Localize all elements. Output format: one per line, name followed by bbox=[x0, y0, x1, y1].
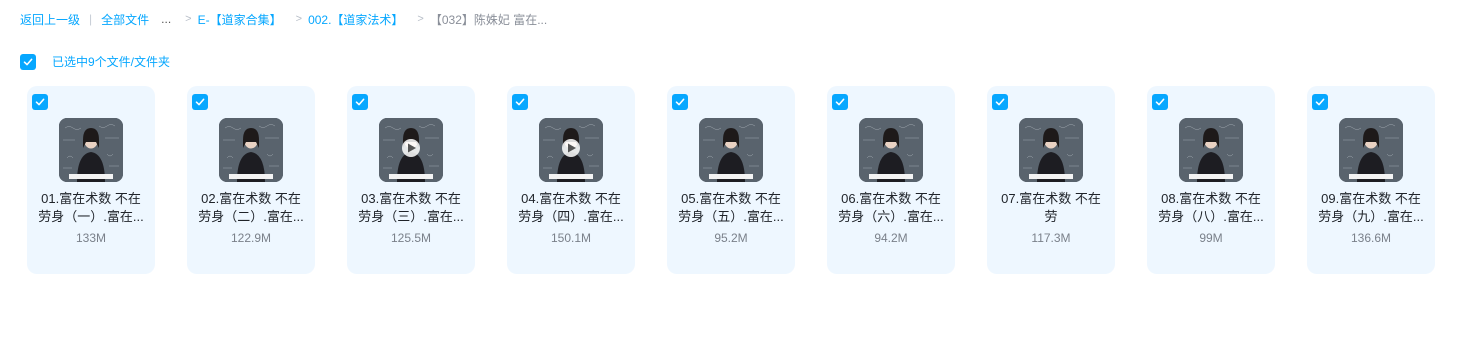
back-link[interactable]: 返回上一级 bbox=[20, 11, 80, 28]
file-checkbox[interactable] bbox=[992, 94, 1008, 110]
file-checkbox[interactable] bbox=[192, 94, 208, 110]
file-size: 99M bbox=[1199, 231, 1223, 245]
select-all-row: 已选中9个文件/文件夹 bbox=[20, 53, 170, 70]
file-name-line2: 劳身（六）.富在... bbox=[838, 209, 944, 224]
breadcrumb-item-2[interactable]: 002.【道家法术】 bbox=[308, 11, 403, 28]
file-checkbox[interactable] bbox=[832, 94, 848, 110]
video-thumbnail bbox=[859, 118, 923, 182]
file-size: 133M bbox=[75, 231, 107, 245]
chevron-right-icon: > bbox=[295, 13, 303, 25]
file-name[interactable]: 01.富在术数 不在 劳身（一）.富在... bbox=[35, 190, 147, 226]
file-name-line1: 06.富在术数 不在 bbox=[841, 191, 941, 206]
video-thumbnail bbox=[379, 118, 443, 182]
file-checkbox[interactable] bbox=[512, 94, 528, 110]
selection-count-label: 已选中9个文件/文件夹 bbox=[52, 55, 171, 69]
file-name-line1: 03.富在术数 不在 bbox=[361, 191, 461, 206]
file-checkbox[interactable] bbox=[32, 94, 48, 110]
video-thumbnail bbox=[219, 118, 283, 182]
breadcrumb-current: 【032】陈姝妃 富在... bbox=[429, 12, 548, 27]
file-card[interactable]: 01.富在术数 不在 劳身（一）.富在... 133M bbox=[27, 86, 155, 274]
video-thumbnail bbox=[1339, 118, 1403, 182]
checkmark-icon bbox=[23, 58, 33, 65]
file-card[interactable]: 06.富在术数 不在 劳身（六）.富在... 94.2M bbox=[827, 86, 955, 274]
checkmark-icon bbox=[195, 98, 205, 106]
video-thumbnail bbox=[59, 118, 123, 182]
chevron-right-icon: > bbox=[417, 13, 424, 25]
file-name-line1: 01.富在术数 不在 bbox=[41, 191, 141, 206]
file-name[interactable]: 07.富在术数 不在劳 身（七）.富在... bbox=[995, 190, 1107, 226]
file-card[interactable]: 02.富在术数 不在 劳身（二）.富在... 122.9M bbox=[187, 86, 315, 274]
file-name[interactable]: 03.富在术数 不在 劳身（三）.富在... bbox=[355, 190, 467, 226]
file-checkbox[interactable] bbox=[352, 94, 368, 110]
video-thumbnail bbox=[1179, 118, 1243, 182]
file-name-line2: 劳身（九）.富在... bbox=[1318, 209, 1424, 224]
checkmark-icon bbox=[515, 98, 525, 106]
file-name-line2: 劳身（三）.富在... bbox=[358, 209, 464, 224]
file-name-line2: 劳身（二）.富在... bbox=[198, 209, 304, 224]
checkmark-icon bbox=[35, 98, 45, 106]
file-grid: 01.富在术数 不在 劳身（一）.富在... 133M 02.富在术数 不在 劳… bbox=[27, 86, 1435, 274]
all-files-link[interactable]: 全部文件 bbox=[101, 11, 149, 28]
file-card[interactable]: 09.富在术数 不在 劳身（九）.富在... 136.6M bbox=[1307, 86, 1435, 274]
file-name-line1: 05.富在术数 不在 bbox=[681, 191, 781, 206]
file-size: 122.9M bbox=[230, 231, 272, 245]
file-name-line1: 02.富在术数 不在 bbox=[201, 191, 301, 206]
file-name-line1: 07.富在术数 不在劳 bbox=[1001, 191, 1101, 224]
file-card[interactable]: 03.富在术数 不在 劳身（三）.富在... 125.5M bbox=[347, 86, 475, 274]
file-card[interactable]: 08.富在术数 不在 劳身（八）.富在... 99M bbox=[1147, 86, 1275, 274]
file-size: 150.1M bbox=[550, 231, 592, 245]
chevron-right-icon: > bbox=[185, 13, 192, 25]
file-card[interactable]: 07.富在术数 不在劳 身（七）.富在... 117.3M bbox=[987, 86, 1115, 274]
file-checkbox[interactable] bbox=[1312, 94, 1328, 110]
video-thumbnail bbox=[539, 118, 603, 182]
file-name-line2: 劳身（四）.富在... bbox=[518, 209, 624, 224]
breadcrumb-item-1[interactable]: E-【道家合集】 bbox=[198, 11, 282, 28]
file-checkbox[interactable] bbox=[672, 94, 688, 110]
select-all-checkbox[interactable] bbox=[20, 53, 36, 70]
file-name[interactable]: 06.富在术数 不在 劳身（六）.富在... bbox=[835, 190, 947, 226]
file-name[interactable]: 05.富在术数 不在 劳身（五）.富在... bbox=[675, 190, 787, 226]
file-size: 125.5M bbox=[390, 231, 432, 245]
file-name[interactable]: 08.富在术数 不在 劳身（八）.富在... bbox=[1155, 190, 1267, 226]
checkmark-icon bbox=[1155, 98, 1165, 106]
checkmark-icon bbox=[355, 98, 365, 106]
file-card[interactable]: 05.富在术数 不在 劳身（五）.富在... 95.2M bbox=[667, 86, 795, 274]
checkmark-icon bbox=[1315, 98, 1325, 106]
file-name[interactable]: 02.富在术数 不在 劳身（二）.富在... bbox=[195, 190, 307, 226]
file-name-line1: 08.富在术数 不在 bbox=[1161, 191, 1261, 206]
file-size: 136.6M bbox=[1350, 231, 1392, 245]
file-name-line1: 09.富在术数 不在 bbox=[1321, 191, 1421, 206]
file-size: 94.2M bbox=[874, 231, 908, 245]
file-size: 95.2M bbox=[714, 231, 748, 245]
breadcrumb-ellipsis[interactable]: ... bbox=[161, 12, 171, 26]
file-checkbox[interactable] bbox=[1152, 94, 1168, 110]
file-size: 117.3M bbox=[1031, 231, 1071, 245]
checkmark-icon bbox=[835, 98, 845, 106]
file-name[interactable]: 09.富在术数 不在 劳身（九）.富在... bbox=[1315, 190, 1427, 226]
breadcrumb-divider: | bbox=[89, 12, 93, 26]
checkmark-icon bbox=[995, 98, 1005, 106]
file-name-line2: 劳身（一）.富在... bbox=[38, 209, 144, 224]
file-name-line1: 04.富在术数 不在 bbox=[521, 191, 621, 206]
checkmark-icon bbox=[675, 98, 685, 106]
breadcrumb: 返回上一级 | 全部文件 ... > E-【道家合集】 > 002.【道家法术】… bbox=[20, 10, 547, 28]
video-thumbnail bbox=[699, 118, 763, 182]
file-name-line2: 劳身（五）.富在... bbox=[678, 209, 784, 224]
file-card[interactable]: 04.富在术数 不在 劳身（四）.富在... 150.1M bbox=[507, 86, 635, 274]
file-name-line2: 劳身（八）.富在... bbox=[1158, 209, 1264, 224]
file-name[interactable]: 04.富在术数 不在 劳身（四）.富在... bbox=[515, 190, 627, 226]
video-thumbnail bbox=[1019, 118, 1083, 182]
